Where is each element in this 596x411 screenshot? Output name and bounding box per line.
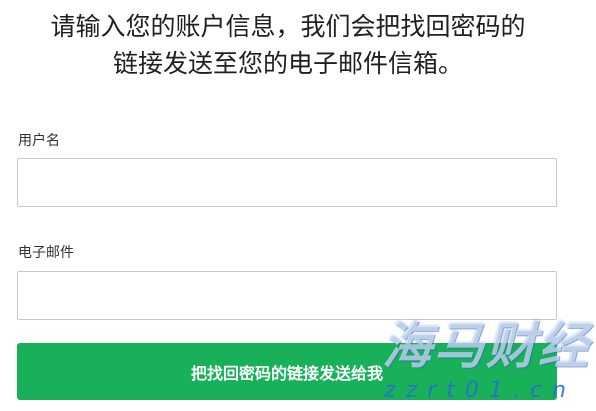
instruction-text: 请输入您的账户信息，我们会把找回密码的 链接发送至您的电子邮件信箱。 <box>0 8 576 82</box>
instruction-line-1: 请输入您的账户信息，我们会把找回密码的 <box>50 12 526 41</box>
username-input[interactable] <box>17 158 557 207</box>
username-label: 用户名 <box>18 133 60 149</box>
instruction-line-2: 链接发送至您的电子邮件信箱。 <box>112 49 463 78</box>
email-label: 电子邮件 <box>18 245 74 261</box>
forgot-password-page: 请输入您的账户信息，我们会把找回密码的 链接发送至您的电子邮件信箱。 用户名 电… <box>0 0 596 411</box>
send-reset-link-button[interactable]: 把找回密码的链接发送给我 <box>17 343 557 400</box>
email-input[interactable] <box>17 271 557 320</box>
